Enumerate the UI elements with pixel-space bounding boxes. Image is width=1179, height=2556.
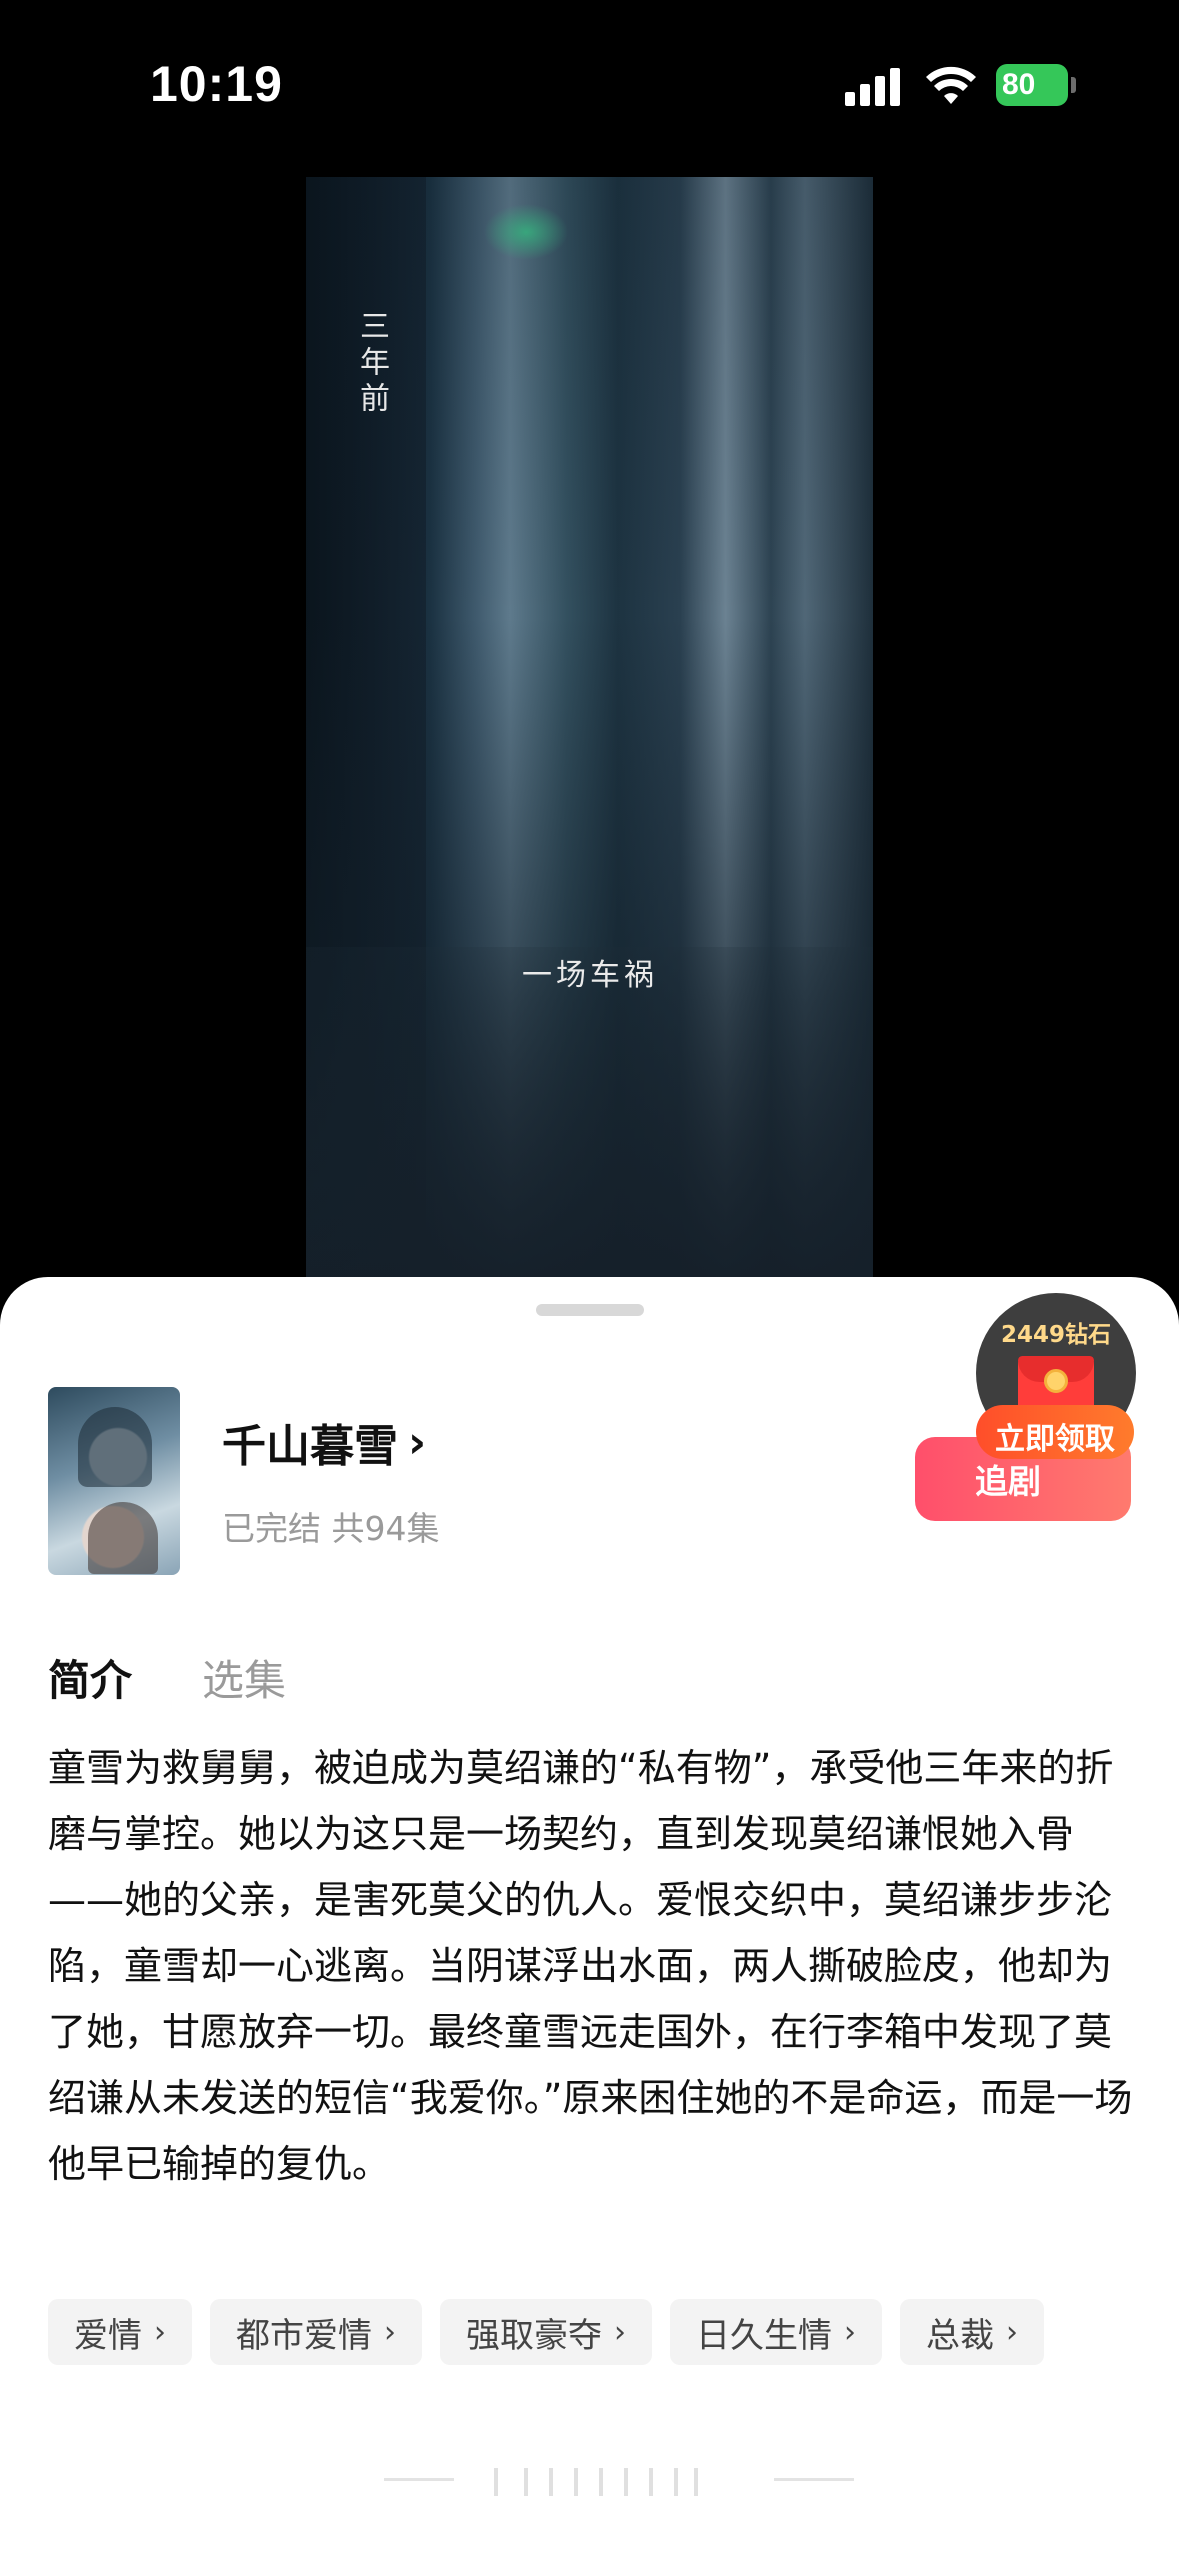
tag-list: 爱情 › 都市爱情 › 强取豪夺 › 日久生情 › 总裁 ›	[48, 2299, 1044, 2365]
bottom-indicator	[384, 2464, 854, 2496]
status-bar: 10:19 80	[0, 0, 1179, 170]
tab-intro[interactable]: 简介	[48, 1647, 132, 1708]
detail-tabs: 简介 选集	[48, 1647, 286, 1708]
battery-level: 80	[1002, 68, 1036, 101]
battery-icon: 80	[996, 64, 1076, 106]
wifi-icon	[926, 66, 976, 104]
drama-detail-sheet: 千山暮雪 › 已完结 共94集 追剧 2449钻石 立即领取 简介 选集 童雪为…	[0, 1277, 1179, 2556]
drama-title: 千山暮雪	[222, 1421, 398, 1472]
sheet-drag-handle[interactable]	[536, 1304, 644, 1316]
video-caption-bottom: 一场车祸	[522, 958, 658, 993]
tag-chip[interactable]: 强取豪夺 ›	[440, 2299, 652, 2365]
chevron-right-icon: ›	[408, 1416, 427, 1468]
tag-label: 都市爱情	[236, 2315, 372, 2356]
chevron-right-icon: ›	[844, 2314, 856, 2350]
chevron-right-icon: ›	[154, 2314, 166, 2350]
tag-chip[interactable]: 爱情 ›	[48, 2299, 192, 2365]
drama-title-link[interactable]: 千山暮雪 ›	[222, 1412, 427, 1473]
tag-label: 总裁	[926, 2315, 994, 2356]
tab-episodes[interactable]: 选集	[202, 1647, 286, 1708]
follow-button-label: 追剧	[975, 1462, 1041, 1501]
claim-reward-label: 立即领取	[995, 1422, 1115, 1457]
tag-chip[interactable]: 日久生情 ›	[670, 2299, 882, 2365]
reward-diamonds: 2449钻石	[1000, 1322, 1111, 1348]
tag-chip[interactable]: 都市爱情 ›	[210, 2299, 422, 2365]
tag-label: 日久生情	[696, 2315, 832, 2356]
synopsis-text: 童雪为救舅舅，被迫成为莫绍谦的“私有物”，承受他三年来的折磨与掌控。她以为这只是…	[48, 1746, 1133, 2186]
chevron-right-icon: ›	[384, 2314, 396, 2350]
status-time: 10:19	[150, 56, 283, 112]
drama-cover-image[interactable]	[48, 1387, 180, 1575]
tag-label: 爱情	[74, 2315, 142, 2356]
chevron-right-icon: ›	[1006, 2314, 1018, 2350]
drama-status: 已完结 共94集	[222, 1509, 440, 1548]
tag-label: 强取豪夺	[466, 2315, 602, 2356]
cellular-signal-icon	[845, 66, 905, 106]
chevron-right-icon: ›	[614, 2314, 626, 2350]
video-caption-top: 三年前	[354, 310, 389, 418]
tag-chip[interactable]: 总裁 ›	[900, 2299, 1044, 2365]
claim-reward-button[interactable]: 立即领取	[976, 1405, 1134, 1459]
